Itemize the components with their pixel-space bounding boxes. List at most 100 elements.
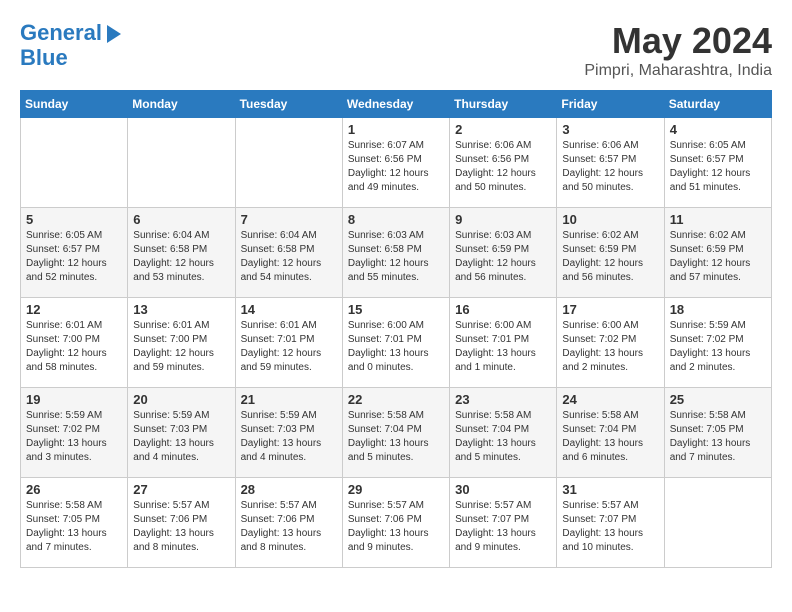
day-number: 23 [455, 392, 551, 407]
day-number: 16 [455, 302, 551, 317]
calendar-day-20: 20 Sunrise: 5:59 AM Sunset: 7:03 PM Dayli… [128, 388, 235, 478]
header-day-friday: Friday [557, 91, 664, 118]
day-number: 8 [348, 212, 444, 227]
day-info: Sunrise: 6:03 AM Sunset: 6:58 PM Dayligh… [348, 229, 444, 285]
header-day-saturday: Saturday [664, 91, 771, 118]
header-day-sunday: Sunday [21, 91, 128, 118]
logo-text: General [20, 20, 102, 45]
day-info: Sunrise: 6:06 AM Sunset: 6:57 PM Dayligh… [562, 139, 658, 195]
calendar-day-13: 13 Sunrise: 6:01 AM Sunset: 7:00 PM Dayli… [128, 298, 235, 388]
calendar-day-5: 5Sunrise: 6:05 AM Sunset: 6:57 PM Daylig… [21, 208, 128, 298]
logo-blue: Blue [20, 45, 121, 70]
calendar-day-12: 12 Sunrise: 6:01 AM Sunset: 7:00 PM Dayli… [21, 298, 128, 388]
calendar-day-24: 24 Sunrise: 5:58 AM Sunset: 7:04 PM Dayli… [557, 388, 664, 478]
calendar-day-9: 9 Sunrise: 6:03 AM Sunset: 6:59 PM Daylig… [450, 208, 557, 298]
day-info: Sunrise: 6:04 AM Sunset: 6:58 PM Dayligh… [241, 229, 337, 285]
day-info: Sunrise: 6:01 AM Sunset: 7:01 PM Dayligh… [241, 319, 337, 375]
calendar-day-26: 26Sunrise: 5:58 AM Sunset: 7:05 PM Dayli… [21, 478, 128, 568]
day-info: Sunrise: 5:57 AM Sunset: 7:07 PM Dayligh… [455, 499, 551, 555]
calendar-day-15: 15Sunrise: 6:00 AM Sunset: 7:01 PM Dayli… [342, 298, 449, 388]
day-info: Sunrise: 5:58 AM Sunset: 7:05 PM Dayligh… [670, 409, 766, 465]
calendar-empty-cell [235, 118, 342, 208]
day-number: 28 [241, 482, 337, 497]
day-info: Sunrise: 6:04 AM Sunset: 6:58 PM Dayligh… [133, 229, 229, 285]
page-header: General Blue May 2024 Pimpri, Maharashtr… [20, 20, 772, 80]
calendar-day-4: 4Sunrise: 6:05 AM Sunset: 6:57 PM Daylig… [664, 118, 771, 208]
day-number: 11 [670, 212, 766, 227]
day-number: 19 [26, 392, 122, 407]
calendar-week-row: 19Sunrise: 5:59 AM Sunset: 7:02 PM Dayli… [21, 388, 772, 478]
day-number: 31 [562, 482, 658, 497]
logo-arrow-icon [107, 25, 121, 43]
day-info: Sunrise: 6:05 AM Sunset: 6:57 PM Dayligh… [670, 139, 766, 195]
day-info: Sunrise: 6:05 AM Sunset: 6:57 PM Dayligh… [26, 229, 122, 285]
day-number: 17 [562, 302, 658, 317]
calendar-week-row: 12 Sunrise: 6:01 AM Sunset: 7:00 PM Dayli… [21, 298, 772, 388]
calendar-day-28: 28 Sunrise: 5:57 AM Sunset: 7:06 PM Dayli… [235, 478, 342, 568]
calendar-day-10: 10 Sunrise: 6:02 AM Sunset: 6:59 PM Dayli… [557, 208, 664, 298]
day-info: Sunrise: 6:03 AM Sunset: 6:59 PM Dayligh… [455, 229, 551, 285]
day-number: 12 [26, 302, 122, 317]
day-info: Sunrise: 5:57 AM Sunset: 7:06 PM Dayligh… [133, 499, 229, 555]
day-info: Sunrise: 5:57 AM Sunset: 7:07 PM Dayligh… [562, 499, 658, 555]
day-number: 25 [670, 392, 766, 407]
day-number: 24 [562, 392, 658, 407]
day-info: Sunrise: 6:02 AM Sunset: 6:59 PM Dayligh… [562, 229, 658, 285]
day-info: Sunrise: 6:01 AM Sunset: 7:00 PM Dayligh… [26, 319, 122, 375]
day-info: Sunrise: 5:58 AM Sunset: 7:04 PM Dayligh… [348, 409, 444, 465]
day-info: Sunrise: 5:59 AM Sunset: 7:03 PM Dayligh… [133, 409, 229, 465]
day-number: 14 [241, 302, 337, 317]
calendar-day-29: 29Sunrise: 5:57 AM Sunset: 7:06 PM Dayli… [342, 478, 449, 568]
logo: General Blue [20, 20, 121, 71]
day-info: Sunrise: 6:00 AM Sunset: 7:01 PM Dayligh… [455, 319, 551, 375]
day-info: Sunrise: 5:58 AM Sunset: 7:04 PM Dayligh… [455, 409, 551, 465]
calendar-day-1: 1Sunrise: 6:07 AM Sunset: 6:56 PM Daylig… [342, 118, 449, 208]
day-number: 26 [26, 482, 122, 497]
day-number: 20 [133, 392, 229, 407]
day-number: 18 [670, 302, 766, 317]
day-info: Sunrise: 5:57 AM Sunset: 7:06 PM Dayligh… [348, 499, 444, 555]
day-number: 10 [562, 212, 658, 227]
day-info: Sunrise: 5:59 AM Sunset: 7:02 PM Dayligh… [670, 319, 766, 375]
day-number: 9 [455, 212, 551, 227]
day-info: Sunrise: 6:01 AM Sunset: 7:00 PM Dayligh… [133, 319, 229, 375]
calendar-week-row: 26Sunrise: 5:58 AM Sunset: 7:05 PM Dayli… [21, 478, 772, 568]
calendar-day-22: 22 Sunrise: 5:58 AM Sunset: 7:04 PM Dayli… [342, 388, 449, 478]
calendar-day-23: 23 Sunrise: 5:58 AM Sunset: 7:04 PM Dayli… [450, 388, 557, 478]
day-number: 27 [133, 482, 229, 497]
title-block: May 2024 Pimpri, Maharashtra, India [584, 20, 772, 80]
day-number: 21 [241, 392, 337, 407]
logo-general: General [20, 20, 102, 45]
calendar-day-6: 6 Sunrise: 6:04 AM Sunset: 6:58 PM Daylig… [128, 208, 235, 298]
day-number: 22 [348, 392, 444, 407]
header-day-tuesday: Tuesday [235, 91, 342, 118]
calendar-day-31: 31 Sunrise: 5:57 AM Sunset: 7:07 PM Dayli… [557, 478, 664, 568]
calendar-day-19: 19Sunrise: 5:59 AM Sunset: 7:02 PM Dayli… [21, 388, 128, 478]
day-info: Sunrise: 5:58 AM Sunset: 7:04 PM Dayligh… [562, 409, 658, 465]
calendar-empty-cell [21, 118, 128, 208]
header-day-thursday: Thursday [450, 91, 557, 118]
day-info: Sunrise: 5:57 AM Sunset: 7:06 PM Dayligh… [241, 499, 337, 555]
calendar-day-7: 7 Sunrise: 6:04 AM Sunset: 6:58 PM Daylig… [235, 208, 342, 298]
calendar-day-25: 25 Sunrise: 5:58 AM Sunset: 7:05 PM Dayli… [664, 388, 771, 478]
location-text: Pimpri, Maharashtra, India [584, 62, 772, 80]
calendar-day-11: 11 Sunrise: 6:02 AM Sunset: 6:59 PM Dayli… [664, 208, 771, 298]
calendar-day-27: 27 Sunrise: 5:57 AM Sunset: 7:06 PM Dayli… [128, 478, 235, 568]
month-title: May 2024 [584, 20, 772, 62]
header-day-monday: Monday [128, 91, 235, 118]
calendar-day-2: 2Sunrise: 6:06 AM Sunset: 6:56 PM Daylig… [450, 118, 557, 208]
calendar-empty-cell [664, 478, 771, 568]
calendar-table: SundayMondayTuesdayWednesdayThursdayFrid… [20, 90, 772, 568]
day-info: Sunrise: 6:02 AM Sunset: 6:59 PM Dayligh… [670, 229, 766, 285]
calendar-day-30: 30Sunrise: 5:57 AM Sunset: 7:07 PM Dayli… [450, 478, 557, 568]
calendar-day-14: 14 Sunrise: 6:01 AM Sunset: 7:01 PM Dayli… [235, 298, 342, 388]
day-info: Sunrise: 6:00 AM Sunset: 7:01 PM Dayligh… [348, 319, 444, 375]
calendar-week-row: 5Sunrise: 6:05 AM Sunset: 6:57 PM Daylig… [21, 208, 772, 298]
day-number: 6 [133, 212, 229, 227]
day-info: Sunrise: 6:06 AM Sunset: 6:56 PM Dayligh… [455, 139, 551, 195]
day-number: 7 [241, 212, 337, 227]
day-number: 1 [348, 122, 444, 137]
day-number: 13 [133, 302, 229, 317]
calendar-body: 1Sunrise: 6:07 AM Sunset: 6:56 PM Daylig… [21, 118, 772, 568]
calendar-day-21: 21Sunrise: 5:59 AM Sunset: 7:03 PM Dayli… [235, 388, 342, 478]
